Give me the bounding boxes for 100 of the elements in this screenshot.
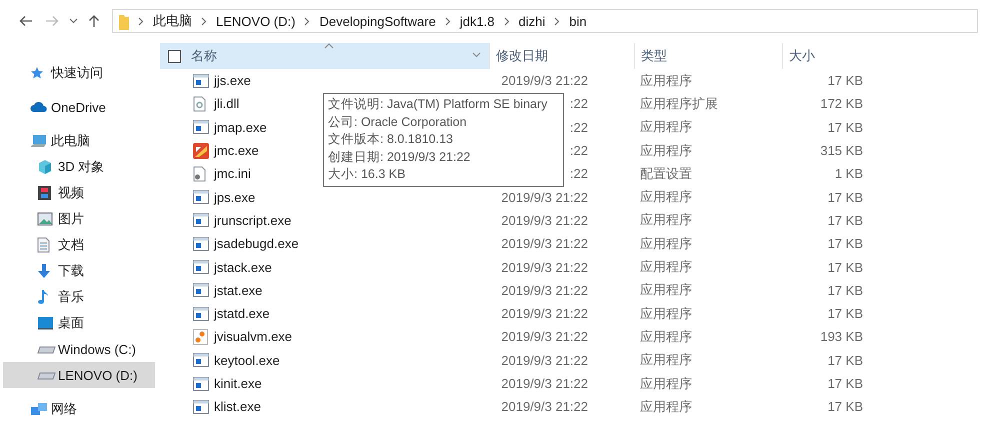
sidebar-item[interactable]: 桌面 <box>0 310 155 336</box>
program-file-icon <box>193 236 209 251</box>
film-icon <box>37 185 52 201</box>
modified-date: 2019/9/3 21:22 <box>501 306 588 322</box>
sidebar-item[interactable]: 此电脑 <box>0 128 155 154</box>
file-size: 17 KB <box>828 282 863 298</box>
program-file-icon <box>193 260 209 274</box>
modified-date: :22 <box>570 120 588 135</box>
file-type: 应用程序 <box>640 259 692 274</box>
file-name[interactable]: jrunscript.exe <box>214 212 292 228</box>
file-size: 17 KB <box>828 399 863 414</box>
app-icon <box>193 142 209 159</box>
file-name[interactable]: jstat.exe <box>214 282 262 298</box>
file-type: 应用程序 <box>640 142 692 158</box>
file-name[interactable]: jli.dll <box>214 96 240 112</box>
breadcrumb[interactable]: dizhi <box>518 14 546 28</box>
file-name[interactable]: jvisualvm.exe <box>214 329 292 344</box>
program-file-icon <box>193 190 209 204</box>
file-size: 17 KB <box>828 236 863 252</box>
chevron-icon <box>444 16 451 26</box>
file-type: 应用程序 <box>640 212 692 228</box>
program-file-icon <box>193 213 209 228</box>
modified-date: 2019/9/3 21:22 <box>501 236 588 252</box>
sidebar-item[interactable]: Windows (C:) <box>0 336 155 362</box>
modified-date: 2019/9/3 21:22 <box>501 329 588 344</box>
chevron-icon <box>201 16 207 26</box>
file-type: 应用程序 <box>640 189 692 204</box>
sidebar-item[interactable]: 3D 对象 <box>0 154 155 180</box>
cloud-icon <box>30 101 48 113</box>
sidebar-item[interactable]: 文档 <box>0 232 155 258</box>
file-name[interactable]: jsadebugd.exe <box>214 236 299 252</box>
document-icon <box>37 237 50 253</box>
file-size: 17 KB <box>828 306 863 322</box>
file-type: 应用程序 <box>640 328 692 344</box>
sidebar-item[interactable]: 下载 <box>0 258 155 284</box>
breadcrumb[interactable]: jdk1.8 <box>460 14 495 28</box>
file-size: 1 KB <box>834 166 863 182</box>
file-type: 应用程序 <box>640 398 692 414</box>
download-icon <box>37 263 51 279</box>
dots-app-icon <box>193 328 208 345</box>
column-header[interactable]: 类型 <box>635 43 783 69</box>
sidebar-item[interactable]: 网络 <box>0 396 155 422</box>
sidebar-item[interactable]: 视频 <box>0 180 155 206</box>
file-size: 193 KB <box>820 329 863 344</box>
modified-date: 2019/9/3 21:22 <box>501 376 588 391</box>
file-name[interactable]: kinit.exe <box>214 376 262 391</box>
breadcrumb[interactable]: bin <box>569 14 587 28</box>
chevron-icon <box>554 16 560 26</box>
file-size: 172 KB <box>820 96 863 112</box>
sidebar-item[interactable]: 快速访问 <box>0 60 155 86</box>
gear-file-icon <box>193 96 206 112</box>
file-type: 应用程序 <box>640 119 692 134</box>
file-size: 17 KB <box>828 212 863 228</box>
program-file-icon <box>193 74 209 88</box>
network-icon <box>30 402 48 416</box>
column-header[interactable]: 名称 <box>160 43 490 69</box>
file-type: 应用程序 <box>640 352 692 368</box>
modified-date: 2019/9/3 21:22 <box>501 399 588 414</box>
modified-date: :22 <box>570 143 588 158</box>
address-bar[interactable]: 此电脑 LENOVO (D:) DevelopingSoftware jdk1.8 dizhi bin <box>112 9 978 33</box>
drive-icon <box>37 370 56 380</box>
breadcrumb[interactable]: DevelopingSoftware <box>319 14 436 28</box>
forward-arrow-icon <box>45 15 59 27</box>
program-file-icon <box>193 306 209 321</box>
file-type: 应用程序 <box>640 306 692 321</box>
file-name[interactable]: jmc.exe <box>214 143 259 158</box>
file-name[interactable]: keytool.exe <box>214 352 280 368</box>
column-header[interactable]: 修改日期 <box>490 43 635 69</box>
chevron-icon <box>504 16 510 26</box>
file-size: 17 KB <box>828 190 863 205</box>
program-file-icon <box>193 283 209 298</box>
sidebar-item[interactable]: 图片 <box>0 206 155 232</box>
select-all-checkbox[interactable] <box>168 50 181 62</box>
file-size: 17 KB <box>828 376 863 391</box>
file-size: 17 KB <box>828 352 863 368</box>
file-type: 配置设置 <box>640 166 692 181</box>
modified-date: 2019/9/3 21:22 <box>501 282 588 298</box>
file-name[interactable]: jstatd.exe <box>214 306 270 322</box>
image-icon <box>37 212 53 226</box>
modified-date: 2019/9/3 21:22 <box>501 352 588 368</box>
up-arrow-icon <box>88 14 100 28</box>
file-type: 应用程序 <box>640 236 692 251</box>
breadcrumb[interactable]: LENOVO (D:) <box>216 14 296 28</box>
drive-icon <box>37 344 56 354</box>
breadcrumb[interactable]: 此电脑 <box>153 12 192 30</box>
file-name[interactable]: jmc.ini <box>214 166 251 182</box>
column-header[interactable]: 大小 <box>783 43 883 69</box>
sidebar-item[interactable]: 音乐 <box>0 284 155 310</box>
sidebar-item[interactable]: OneDrive <box>0 94 155 120</box>
modified-date: 2019/9/3 21:22 <box>501 73 588 88</box>
modified-date: 2019/9/3 21:22 <box>501 260 588 275</box>
file-name[interactable]: jmap.exe <box>214 120 267 135</box>
chevron-down-icon <box>68 18 78 24</box>
file-name[interactable]: jstack.exe <box>214 260 272 275</box>
sidebar-item[interactable]: LENOVO (D:) <box>3 362 155 388</box>
program-file-icon <box>193 120 209 134</box>
file-name[interactable]: jjs.exe <box>214 73 251 88</box>
file-name[interactable]: jps.exe <box>214 190 256 205</box>
file-name[interactable]: klist.exe <box>214 399 261 414</box>
music-note-icon <box>37 289 49 305</box>
